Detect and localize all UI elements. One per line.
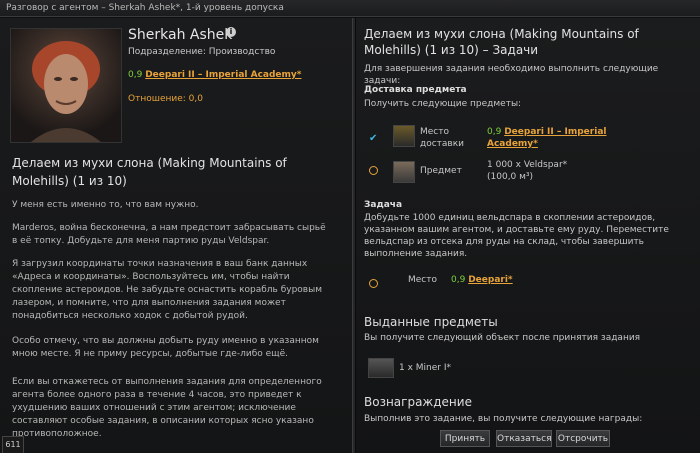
task-place: 0,9 Deepari*	[451, 274, 513, 286]
pending-icon	[369, 279, 378, 288]
item-label: Предмет	[420, 166, 462, 176]
agent-panel: Sherkah Ashek i Подразделение: Производс…	[0, 18, 352, 453]
reward-header: Вознаграждение	[364, 395, 472, 409]
mission-paragraph: Особо отмечу, что вы должны добыть руду …	[12, 336, 319, 359]
check-icon: ✔	[369, 133, 378, 144]
task-header: Задача	[364, 200, 403, 210]
agent-location: 0,9 Deepari II – Imperial Academy*	[128, 70, 301, 80]
task-text: Добудьте 1000 единиц вельдспара в скопле…	[364, 213, 669, 259]
mission-paragraph: Marderos, война бесконечна, а нам предст…	[12, 223, 326, 246]
portrait-image	[31, 41, 101, 142]
delivery-header: Доставка предмета	[364, 85, 467, 95]
item-value: 1 000 x Veldspar*	[487, 160, 568, 170]
decline-button[interactable]: Отказаться	[496, 430, 552, 447]
agent-name: Sherkah Ashek	[128, 27, 233, 43]
station-icon[interactable]	[393, 125, 415, 147]
window-title: Разговор с агентом – Sherkah Ashek*, 1-й…	[0, 0, 700, 17]
miner-icon[interactable]	[368, 358, 394, 378]
delivery-location-link[interactable]: Deepari II – Imperial Academy*	[487, 127, 606, 149]
issued-header: Выданные предметы	[364, 315, 498, 329]
accept-button[interactable]: Принять	[440, 430, 490, 447]
agent-portrait[interactable]	[10, 28, 122, 143]
item-volume: (100,0 м³)	[487, 172, 534, 182]
objectives-intro: Для завершения задания необходимо выполн…	[364, 64, 659, 86]
ore-icon[interactable]	[393, 161, 415, 183]
info-icon[interactable]: i	[226, 27, 236, 37]
mission-paragraph: Если вы откажетесь от выполнения задания…	[12, 377, 322, 439]
issued-subtitle: Вы получите следующий объект после приня…	[364, 333, 641, 343]
task-place-link[interactable]: Deepari*	[468, 275, 512, 285]
delivery-subtitle: Получить следующие предметы:	[364, 99, 522, 109]
location-link[interactable]: Deepari II – Imperial Academy*	[145, 70, 301, 80]
mission-title: Делаем из мухи слона (Making Mountains o…	[12, 156, 287, 188]
reward-subtitle: Выполнив это задание, вы получите следую…	[364, 414, 643, 424]
delivery-location: 0,9 Deepari II – Imperial Academy*	[487, 126, 607, 150]
security-status: 0,9	[451, 275, 466, 285]
task-place-label: Место	[408, 275, 437, 285]
agent-relation: Отношение: 0,0	[128, 94, 203, 104]
mission-paragraph: У меня есть именно то, что вам нужно.	[12, 200, 199, 210]
agent-division: Подразделение: Производство	[128, 47, 276, 57]
mission-paragraph: Я загрузил координаты точки назначения в…	[12, 259, 323, 321]
count-badge: 611	[2, 436, 24, 453]
objectives-title: Делаем из мухи слона (Making Mountains o…	[364, 27, 639, 57]
security-status: 0,9	[128, 70, 143, 80]
issued-item: 1 x Miner I*	[399, 363, 451, 373]
security-status: 0,9	[487, 127, 502, 137]
objectives-panel: Делаем из мухи слона (Making Mountains o…	[356, 18, 700, 453]
pending-icon	[369, 166, 378, 175]
delivery-location-label: Место доставки	[420, 127, 465, 149]
defer-button[interactable]: Отсрочить	[556, 430, 610, 447]
